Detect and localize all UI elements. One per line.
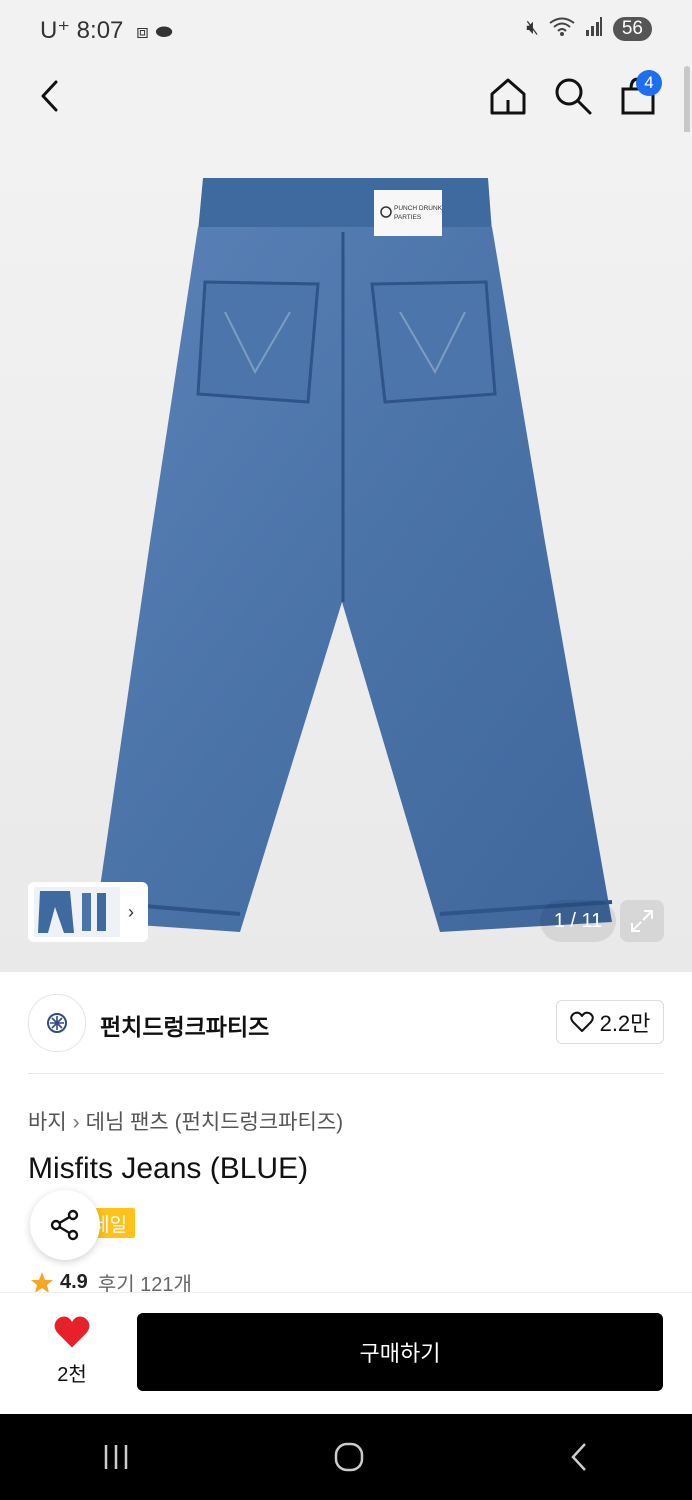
- brand-like-button[interactable]: 2.2만: [556, 1000, 664, 1044]
- clock: 8:07: [76, 17, 124, 44]
- wishlist-count: 2천: [57, 1364, 87, 1386]
- home-icon: [490, 78, 526, 115]
- thumbnail-image: [34, 887, 120, 937]
- top-nav: 4: [0, 62, 692, 132]
- brand-logo[interactable]: [28, 994, 86, 1052]
- expand-icon: [631, 910, 653, 932]
- pill-icon: ⬬: [155, 21, 173, 43]
- signal-icon: [585, 16, 603, 41]
- battery-indicator: 56: [612, 16, 652, 41]
- home-circle-icon[interactable]: [333, 1441, 365, 1473]
- status-right: 🔇︎ 56: [526, 16, 652, 41]
- brand-like-count: 2.2만: [599, 1011, 651, 1036]
- breadcrumb-category[interactable]: 바지: [28, 1111, 67, 1134]
- brand-name[interactable]: 펀치드렁크파티즈: [100, 1008, 269, 1042]
- recent-apps-icon[interactable]: [101, 1442, 131, 1472]
- system-back-icon[interactable]: [567, 1441, 591, 1473]
- wishlist-button[interactable]: 2천: [40, 1315, 104, 1387]
- breadcrumb-chevron-icon: ›: [72, 1111, 80, 1134]
- label-text-2: PARTIES: [394, 214, 422, 221]
- fullscreen-button[interactable]: [620, 900, 664, 942]
- star-icon: [31, 1271, 53, 1293]
- brand-row[interactable]: 펀치드렁크파티즈 2.2만: [28, 994, 664, 1052]
- cart-count-badge: 4: [636, 70, 662, 96]
- wifi-icon: [549, 16, 575, 41]
- product-image-jeans: PUNCH DRUNK PARTIES: [94, 178, 613, 932]
- scroll-indicator: [684, 66, 690, 138]
- buy-button[interactable]: 구매하기: [137, 1313, 663, 1391]
- share-button[interactable]: [30, 1190, 100, 1260]
- search-icon: [555, 78, 592, 115]
- chevron-left-icon: [41, 80, 58, 112]
- image-counter: 1 / 11: [540, 900, 616, 942]
- back-button[interactable]: [28, 74, 72, 118]
- breadcrumb: 바지 › 데님 팬츠 (펀치드렁크파티즈): [28, 1106, 343, 1136]
- product-image-gallery[interactable]: PUNCH DRUNK PARTIES: [0, 132, 692, 972]
- product-title: Misfits Jeans (BLUE): [28, 1152, 309, 1185]
- system-nav-bar: [0, 1414, 692, 1500]
- label-text-1: PUNCH DRUNK: [394, 205, 443, 212]
- bottom-buy-bar: 2천 구매하기: [0, 1292, 692, 1415]
- rating-score: 4.9: [60, 1271, 88, 1293]
- home-button[interactable]: [486, 74, 530, 118]
- carrier-label: U⁺: [40, 17, 70, 44]
- thumbnail-strip[interactable]: ›: [28, 882, 148, 942]
- divider: [28, 1073, 664, 1074]
- share-icon: [50, 1209, 79, 1241]
- heart-outline-icon: [569, 1011, 594, 1032]
- screen-record-icon: ⧈: [136, 21, 149, 43]
- search-button[interactable]: [551, 74, 595, 118]
- status-left: U⁺ 8:07 ⧈ ⬬: [40, 16, 173, 45]
- status-bar: U⁺ 8:07 ⧈ ⬬ 🔇︎ 56: [0, 0, 692, 62]
- chevron-right-icon: ›: [128, 901, 134, 922]
- heart-filled-icon: [54, 1316, 90, 1348]
- breadcrumb-subcategory[interactable]: 데님 팬츠 (펀치드렁크파티즈): [86, 1111, 344, 1134]
- mute-icon: 🔇︎: [526, 17, 539, 39]
- brand-emblem-icon: [47, 1013, 67, 1033]
